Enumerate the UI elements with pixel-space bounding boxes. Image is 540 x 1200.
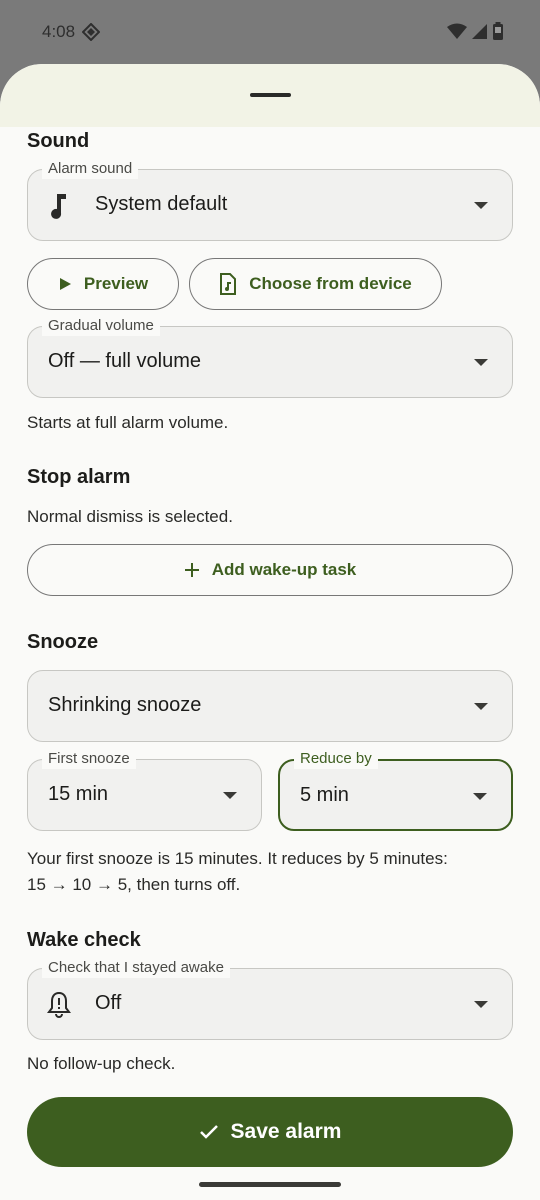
add-wake-up-task-label: Add wake-up task [211,560,357,579]
system-icons [447,22,504,40]
choose-from-device-button[interactable]: Choose from device [189,258,442,310]
check-icon [199,1125,218,1139]
gesture-nav-bar[interactable] [199,1182,341,1187]
plus-icon [184,563,199,577]
snooze-helper-line-2: 15 → 10 → 5, then turns off. [27,875,241,894]
gradual-volume-label: Gradual volume [42,316,160,336]
alarm-sound-value: System default [95,193,228,215]
wake-check-label: Check that I stayed awake [42,958,230,978]
chevron-down-icon [473,793,487,800]
audio-file-icon [220,273,237,295]
bell-alert-icon [46,991,72,1024]
bottom-sheet: Sound Alarm sound System default Preview… [0,64,540,1200]
first-snooze-label: First snooze [42,749,136,769]
reduce-by-label: Reduce by [294,749,378,769]
status-bar: 4:08 [0,0,540,64]
sheet-header [0,64,540,127]
first-snooze-dropdown[interactable]: First snooze 15 min [27,749,262,831]
snooze-section-title: Snooze [27,631,99,653]
gradual-volume-value: Off — full volume [48,350,202,372]
preview-button-label: Preview [83,274,149,293]
sound-helper-text: Starts at full alarm volume. [27,413,229,432]
preview-button[interactable]: Preview [27,258,179,310]
alarm-sound-dropdown[interactable]: Alarm sound System default [27,159,513,241]
first-snooze-value: 15 min [48,783,109,805]
chevron-down-icon [474,703,488,710]
wake-check-dropdown[interactable]: Check that I stayed awake Off [27,958,513,1040]
alarm-sound-label: Alarm sound [42,159,139,179]
save-alarm-button[interactable]: Save alarm [27,1097,513,1167]
sound-section-title: Sound [27,130,90,152]
music-note-icon [46,192,70,225]
chevron-down-icon [474,359,488,366]
snooze-mode-value: Shrinking snooze [48,694,202,716]
wake-check-helper-text: No follow-up check. [27,1054,176,1073]
reduce-by-value: 5 min [300,784,349,806]
play-icon [59,278,71,290]
snooze-mode-dropdown[interactable]: Shrinking snooze [27,670,513,742]
notification-diamond-icon [81,22,101,46]
wake-check-section-title: Wake check [27,929,141,951]
gradual-volume-dropdown[interactable]: Gradual volume Off — full volume [27,316,513,398]
battery-icon [493,22,503,40]
stop-alarm-section-title: Stop alarm [27,466,131,488]
choose-from-device-label: Choose from device [249,274,412,293]
chevron-down-icon [474,1001,488,1008]
drag-handle[interactable] [250,93,291,97]
chevron-down-icon [223,792,237,799]
status-time: 4:08 [42,22,76,41]
snooze-helper-line-1: Your first snooze is 15 minutes. It redu… [27,849,448,868]
reduce-by-dropdown[interactable]: Reduce by 5 min [278,749,513,831]
signal-icon [472,23,487,39]
save-alarm-label: Save alarm [230,1120,342,1143]
wake-check-value: Off [95,992,122,1014]
chevron-down-icon [474,202,488,209]
add-wake-up-task-button[interactable]: Add wake-up task [27,544,513,596]
wifi-icon [447,23,467,39]
stop-alarm-helper-text: Normal dismiss is selected. [27,507,233,526]
